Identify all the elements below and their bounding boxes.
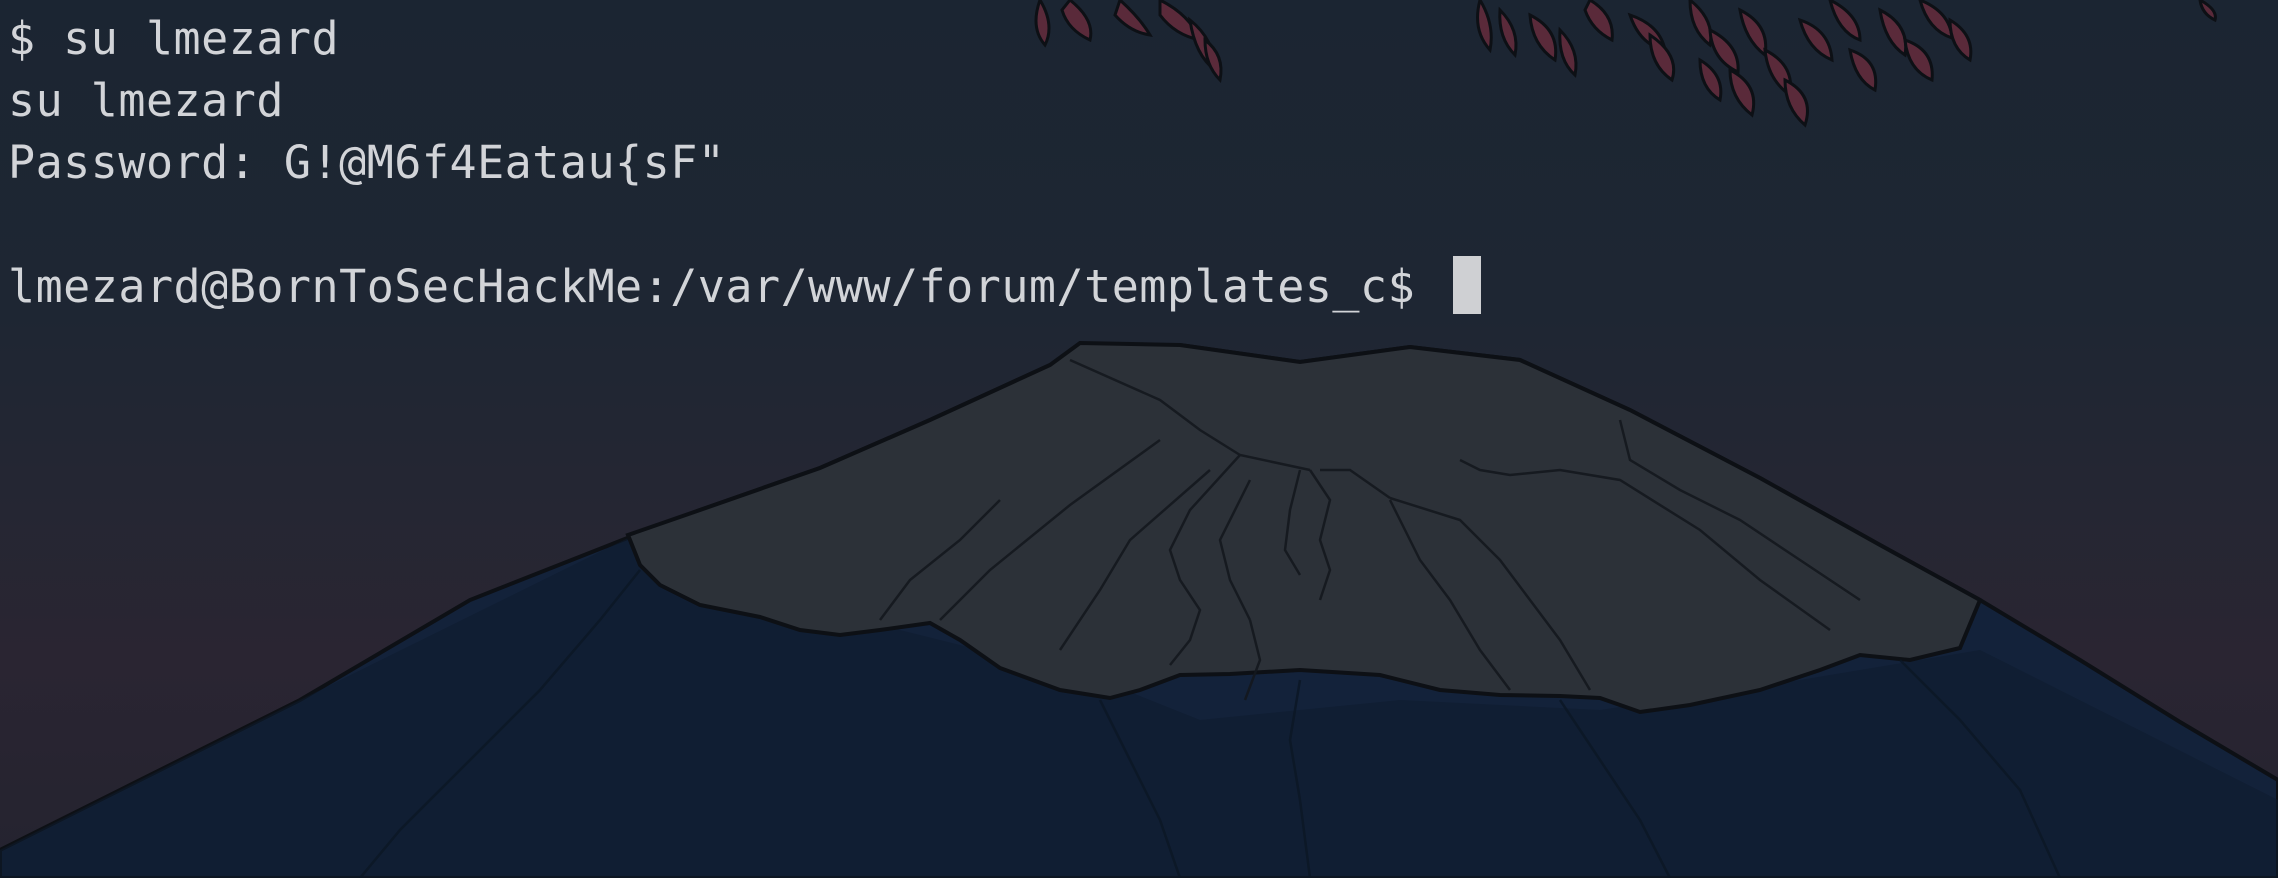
shell-prompt: lmezard@BornToSecHackMe:/var/www/forum/t… xyxy=(8,260,1443,313)
prompt-line[interactable]: lmezard@BornToSecHackMe:/var/www/forum/t… xyxy=(8,256,1481,318)
text-cursor[interactable] xyxy=(1452,256,1481,314)
password-line: Password: G!@M6f4Eatau{sF" xyxy=(8,136,726,189)
terminal-output: $ su lmezard su lmezard Password: G!@M6f4E… xyxy=(8,8,1481,318)
echo-line: su lmezard xyxy=(8,74,284,127)
command-line: $ su lmezard xyxy=(8,12,340,65)
terminal-window[interactable]: $ su lmezard su lmezard Password: G!@M6f4E… xyxy=(0,0,2278,878)
